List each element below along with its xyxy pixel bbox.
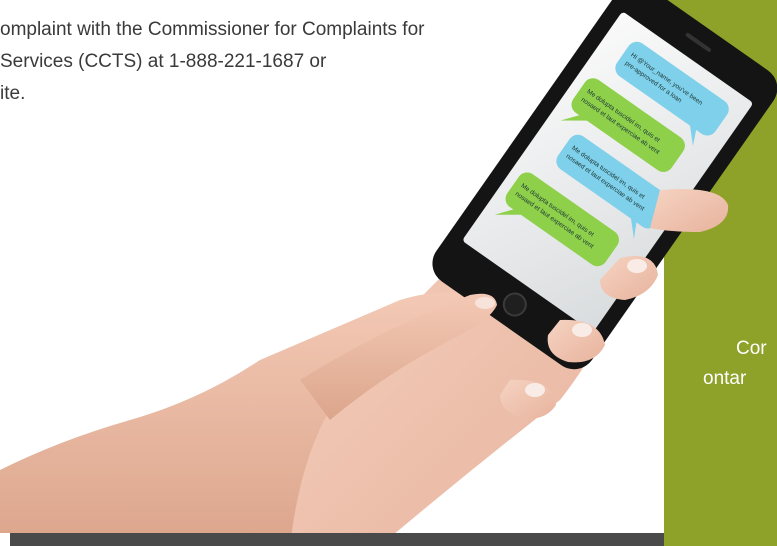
hands-phone-illustration: Hi @Your_name, you've been pre-approved … [0, 0, 777, 546]
fingernail [475, 297, 495, 309]
bottom-dark-band [0, 533, 664, 546]
